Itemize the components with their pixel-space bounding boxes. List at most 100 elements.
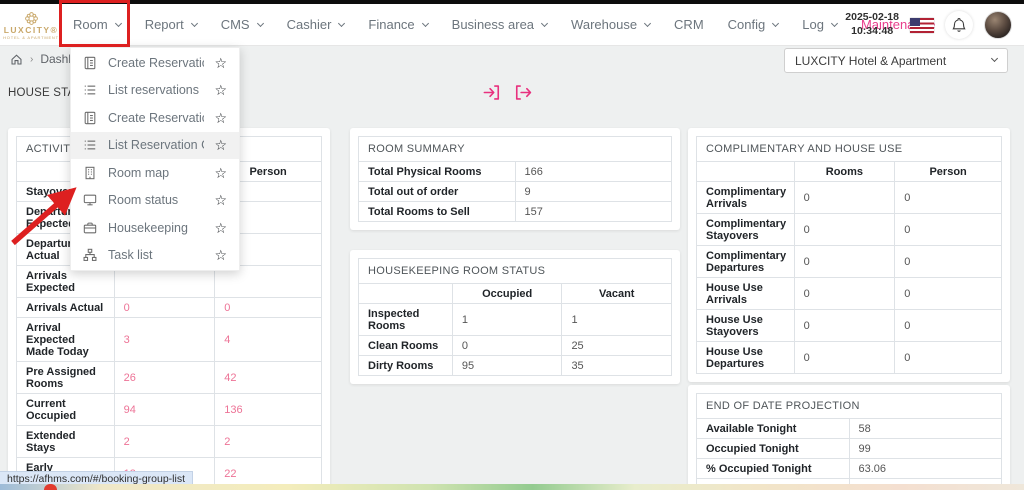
end-of-date-card: END OF DATE PROJECTION Available Tonight… — [688, 385, 1010, 490]
breadcrumb-separator: › — [30, 54, 33, 65]
cell-occupied: 0 — [452, 336, 562, 356]
journal-icon — [83, 56, 98, 70]
star-icon[interactable]: ☆ — [214, 248, 227, 262]
nav-item-room[interactable]: Room — [62, 11, 132, 38]
row-label: Arrival Expected Made Today — [17, 318, 115, 362]
room-summary-table-body: Total Physical Rooms166Total out of orde… — [359, 162, 672, 222]
chevron-down-icon — [115, 19, 122, 26]
nav-item-label: CMS — [221, 17, 250, 32]
row-label: Dirty Rooms — [359, 356, 453, 376]
cell-rooms: 26 — [114, 362, 215, 394]
chevron-down-icon — [831, 19, 838, 26]
row-label: Available Tonight — [697, 419, 850, 439]
star-icon[interactable]: ☆ — [214, 193, 227, 207]
menu-item-label: Room map — [108, 166, 204, 180]
menu-item-list-reservation-group[interactable]: List Reservation Group ☆ — [71, 132, 239, 160]
housekeeping-title: HOUSEKEEPING ROOM STATUS — [359, 259, 672, 284]
menu-item-create-reservation-group[interactable]: Create Reservation Group☆ — [71, 104, 239, 132]
nav-item-business-area[interactable]: Business area — [441, 11, 558, 38]
cell-rooms: 0 — [794, 278, 895, 310]
home-icon[interactable] — [10, 53, 23, 66]
row-label: Pre Assigned Rooms — [17, 362, 115, 394]
date-text: 2025-02-18 — [845, 11, 899, 25]
end-of-date-table: END OF DATE PROJECTION Available Tonight… — [696, 393, 1002, 490]
bottom-taskbar-sliver — [0, 484, 1024, 490]
table-row: Clean Rooms025 — [359, 336, 672, 356]
cell-person: 0 — [895, 214, 1002, 246]
menu-item-room-status[interactable]: Room status ☆ — [71, 187, 239, 215]
nav-item-cashier[interactable]: Cashier — [276, 11, 356, 38]
menu-item-list-reservations[interactable]: List reservations ☆ — [71, 77, 239, 105]
cell-value: 99 — [849, 439, 1002, 459]
menu-item-create-reservation[interactable]: Create Reservation☆ — [71, 49, 239, 77]
cell-person: 0 — [215, 298, 322, 318]
housekeeping-table-body: Inspected Rooms11Clean Rooms025Dirty Roo… — [359, 304, 672, 376]
menu-item-label: List reservations — [108, 83, 204, 97]
star-icon[interactable]: ☆ — [214, 56, 227, 70]
menu-item-label: Room status — [108, 193, 204, 207]
briefcase-icon — [83, 221, 98, 235]
nav-item-warehouse[interactable]: Warehouse — [560, 11, 661, 38]
star-icon[interactable]: ☆ — [214, 166, 227, 180]
row-label: Occupied Tonight — [697, 439, 850, 459]
table-row: Arrivals Actual00 — [17, 298, 322, 318]
menu-item-label: List Reservation Group — [108, 138, 204, 152]
row-label: Extended Stays — [17, 426, 115, 458]
cell-person: 0 — [895, 310, 1002, 342]
nav-item-cms[interactable]: CMS — [210, 11, 274, 38]
nav-item-label: Warehouse — [571, 17, 637, 32]
nav-item-log[interactable]: Log — [791, 11, 848, 38]
cell-rooms: 0 — [794, 214, 895, 246]
nav-item-report[interactable]: Report — [134, 11, 208, 38]
property-select-value: LUXCITY Hotel & Apartment — [795, 54, 946, 68]
cell-value: 9 — [515, 182, 672, 202]
page: { "colors": { "accent": "#e83e8c", "valu… — [0, 0, 1024, 490]
nav-item-finance[interactable]: Finance — [357, 11, 438, 38]
room-summary-card: ROOM SUMMARY Total Physical Rooms166Tota… — [350, 128, 680, 230]
col-header-person: Person — [895, 162, 1002, 182]
star-icon[interactable]: ☆ — [214, 221, 227, 235]
check-out-icon[interactable] — [514, 83, 533, 102]
table-row: Complimentary Arrivals00 — [697, 182, 1002, 214]
complimentary-table-body: Complimentary Arrivals00Complimentary St… — [697, 182, 1002, 374]
row-label: Total out of order — [359, 182, 516, 202]
notifications-button[interactable] — [945, 11, 973, 39]
nav-item-label: Finance — [368, 17, 414, 32]
property-select[interactable]: LUXCITY Hotel & Apartment — [784, 48, 1008, 73]
main-nav: Room Report CMS Cashier Finance Business area… — [62, 11, 946, 38]
row-label: House Use Arrivals — [697, 278, 795, 310]
nav-item-label: Config — [728, 17, 766, 32]
nav-item-crm[interactable]: CRM — [663, 11, 715, 38]
table-row: Current Occupied94136 — [17, 394, 322, 426]
cell-value: 166 — [515, 162, 672, 182]
cell-person: 136 — [215, 394, 322, 426]
star-icon[interactable]: ☆ — [214, 138, 227, 152]
star-icon[interactable]: ☆ — [214, 83, 227, 97]
menu-item-task-list[interactable]: Task list☆ — [71, 242, 239, 270]
col-header-occupied: Occupied — [452, 284, 562, 304]
table-row: Complimentary Departures00 — [697, 246, 1002, 278]
complimentary-card: COMPLIMENTARY AND HOUSE USE Rooms Person… — [688, 128, 1010, 382]
brand-logo[interactable]: LUXCITY® HOTEL & APARTMENT — [0, 9, 62, 40]
check-in-icon[interactable] — [482, 83, 501, 102]
nav-item-config[interactable]: Config — [717, 11, 790, 38]
cell-occupied: 95 — [452, 356, 562, 376]
user-avatar[interactable] — [984, 11, 1012, 39]
menu-item-room-map[interactable]: Room map ☆ — [71, 159, 239, 187]
table-row: House Use Stayovers00 — [697, 310, 1002, 342]
us-flag-icon[interactable] — [910, 18, 934, 33]
row-label: % Occupied Tonight — [697, 459, 850, 479]
menu-item-housekeeping[interactable]: Housekeeping☆ — [71, 214, 239, 242]
star-icon[interactable]: ☆ — [214, 111, 227, 125]
list-icon — [83, 138, 98, 152]
nav-item-label: Report — [145, 17, 184, 32]
brand-tagline: HOTEL & APARTMENT — [0, 36, 62, 40]
cell-person: 2 — [215, 426, 322, 458]
row-label: Complimentary Stayovers — [697, 214, 795, 246]
housekeeping-card: HOUSEKEEPING ROOM STATUS Occupied Vacant… — [350, 250, 680, 384]
datetime-display: 2025-02-18 10:34:48 — [845, 11, 899, 38]
cell-person: 0 — [895, 278, 1002, 310]
col-header-blank — [697, 162, 795, 182]
row-label: House Use Departures — [697, 342, 795, 374]
cell-occupied: 1 — [452, 304, 562, 336]
